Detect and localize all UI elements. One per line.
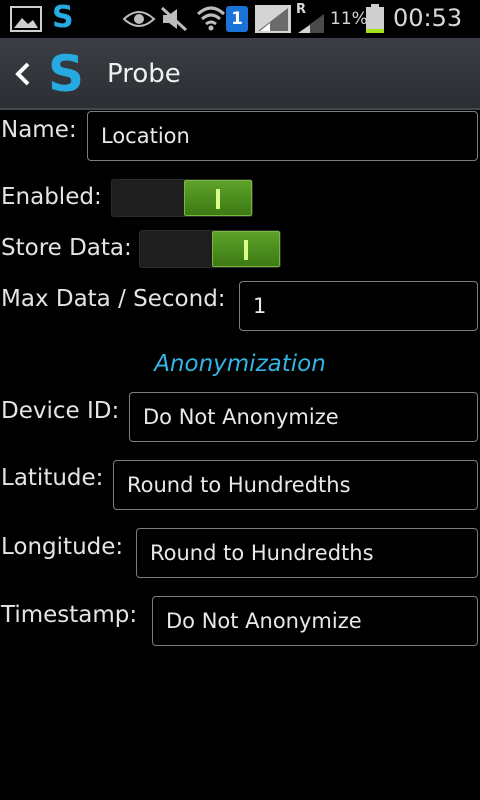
anonymization-header: Anonymization bbox=[154, 351, 326, 377]
clock: 00:53 bbox=[393, 4, 463, 32]
mute-icon bbox=[160, 6, 188, 36]
signal-icon bbox=[254, 4, 292, 38]
status-bar: S 1 R 11% 00:53 bbox=[0, 0, 480, 38]
app-logo[interactable]: S bbox=[48, 44, 84, 104]
enabled-label: Enabled: bbox=[1, 184, 102, 210]
toggle-on-indicator bbox=[244, 240, 248, 260]
wifi-icon bbox=[196, 4, 226, 36]
roaming-signal-icon bbox=[296, 12, 326, 38]
eye-icon bbox=[122, 8, 156, 34]
device-id-select[interactable]: Do Not Anonymize bbox=[129, 392, 478, 442]
enabled-toggle[interactable] bbox=[111, 179, 253, 217]
app-s-icon: S bbox=[52, 0, 74, 35]
notification-count: 1 bbox=[231, 9, 243, 29]
timestamp-select[interactable]: Do Not Anonymize bbox=[152, 596, 478, 646]
max-data-field[interactable]: 1 bbox=[239, 281, 478, 331]
page-title: Probe bbox=[107, 59, 181, 89]
store-data-toggle-thumb bbox=[212, 231, 280, 267]
name-field[interactable]: Location bbox=[87, 111, 478, 161]
toggle-on-indicator bbox=[216, 189, 220, 209]
max-data-label: Max Data / Second: bbox=[1, 286, 226, 312]
store-data-label: Store Data: bbox=[1, 235, 132, 261]
name-label: Name: bbox=[1, 117, 77, 143]
back-chevron-icon[interactable] bbox=[10, 56, 36, 92]
enabled-toggle-thumb bbox=[184, 180, 252, 216]
notification-badge-icon: 1 bbox=[226, 6, 248, 32]
action-bar: S Probe bbox=[0, 38, 480, 110]
latitude-label: Latitude: bbox=[1, 465, 104, 491]
longitude-label: Longitude: bbox=[1, 534, 124, 560]
latitude-select[interactable]: Round to Hundredths bbox=[113, 460, 478, 510]
device-id-label: Device ID: bbox=[1, 398, 120, 424]
battery-percent: 11% bbox=[330, 9, 368, 29]
gallery-icon bbox=[10, 6, 42, 36]
timestamp-label: Timestamp: bbox=[1, 602, 138, 628]
store-data-toggle[interactable] bbox=[139, 230, 281, 268]
battery-icon bbox=[365, 4, 385, 38]
longitude-select[interactable]: Round to Hundredths bbox=[136, 528, 478, 578]
